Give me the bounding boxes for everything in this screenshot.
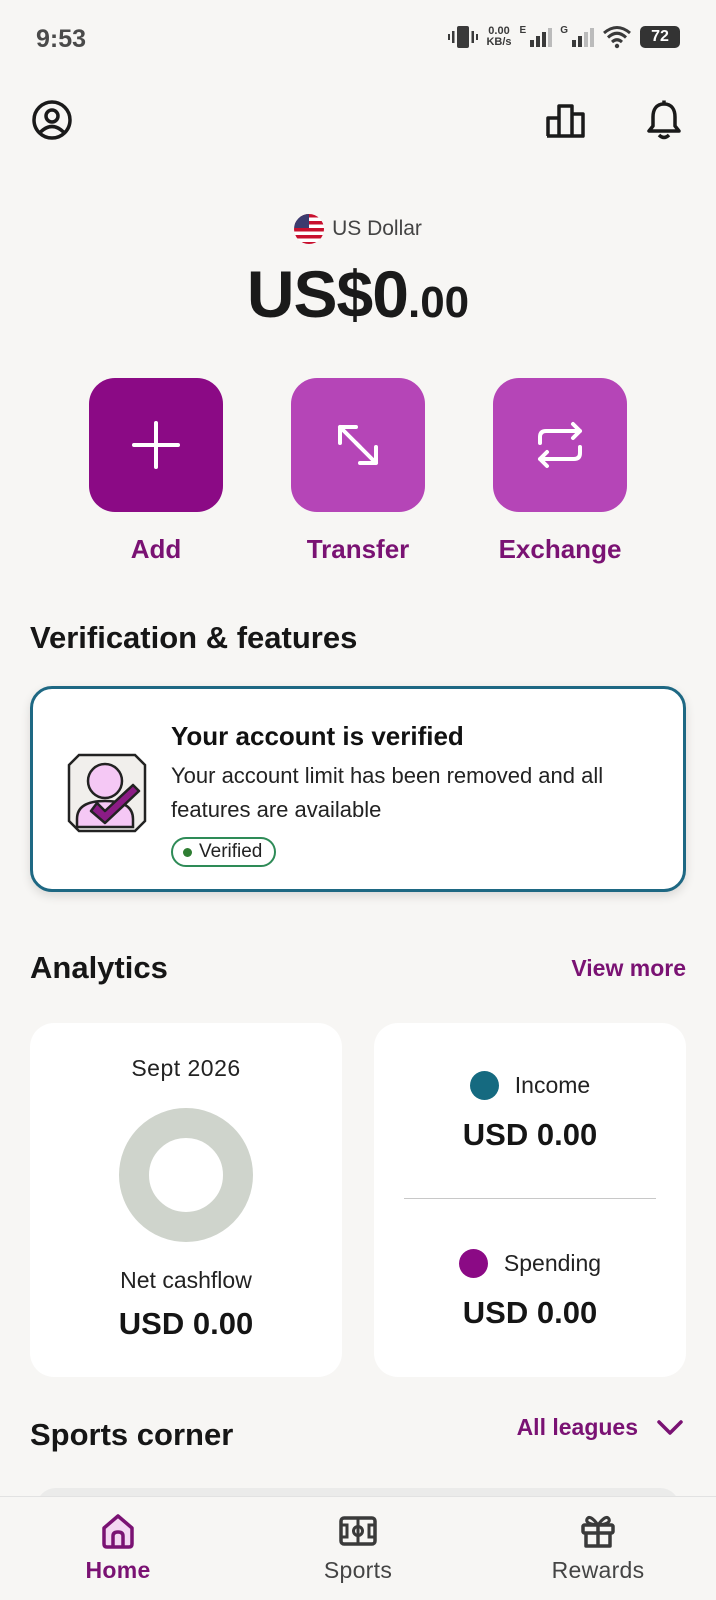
verified-user-icon — [67, 753, 147, 833]
verified-badge-label: Verified — [199, 841, 263, 862]
analytics-period: Sept 2026 — [131, 1055, 241, 1081]
nav-home[interactable]: Home — [38, 1511, 198, 1584]
status-time: 9:53 — [36, 25, 87, 53]
exchange-button[interactable]: Exchange — [493, 378, 627, 565]
signal-icon — [530, 28, 553, 47]
income-label: Income — [514, 1072, 591, 1098]
transfer-arrows-icon — [338, 425, 378, 465]
card-divider — [404, 1198, 656, 1199]
verification-card[interactable]: Your account is verified Your account li… — [30, 686, 686, 892]
verification-description: Your account limit has been removed and … — [171, 763, 604, 822]
signal-type-label-2: G — [560, 24, 568, 36]
verification-section-title: Verification & features — [30, 620, 358, 655]
plus-icon — [132, 421, 180, 469]
signal-type-label-1: E — [519, 24, 527, 36]
transfer-tile[interactable] — [291, 378, 425, 512]
income-amount: USD 0.00 — [462, 1117, 598, 1152]
wifi-icon — [603, 26, 631, 49]
wallet-home-screen: 9:53 0.00 KB/s E G 72 US Dollar US$0.00 … — [0, 0, 716, 1600]
cashflow-donut-chart — [119, 1108, 253, 1242]
add-label: Add — [130, 534, 182, 564]
exchange-label: Exchange — [498, 534, 622, 564]
spending-dot-icon — [458, 1249, 488, 1278]
verified-badge: Verified — [171, 837, 277, 867]
income-dot-icon — [469, 1071, 499, 1100]
net-speed-unit: KB/s — [486, 36, 512, 48]
nav-rewards-label: Rewards — [551, 1557, 645, 1583]
net-speed: 0.00 KB/s — [486, 26, 511, 48]
net-cashflow-label: Net cashflow — [120, 1267, 252, 1293]
profile-icon — [32, 100, 72, 140]
spending-label: Spending — [503, 1250, 602, 1276]
nav-home-label: Home — [85, 1557, 151, 1583]
sports-section-title: Sports corner — [30, 1417, 234, 1452]
currency-name: US Dollar — [332, 217, 422, 240]
chevron-down-icon — [657, 1419, 683, 1435]
status-icons: 0.00 KB/s E G 72 — [448, 24, 680, 50]
verification-title: Your account is verified — [171, 721, 464, 751]
net-cashflow-amount: USD 0.00 — [118, 1306, 254, 1341]
nav-rewards[interactable]: Rewards — [518, 1511, 678, 1584]
balance-amount: US$0.00 — [0, 256, 716, 332]
add-button[interactable]: Add — [89, 378, 223, 565]
transfer-label: Transfer — [306, 534, 410, 564]
balance-decimal: .00 — [407, 278, 470, 327]
profile-button[interactable] — [28, 96, 76, 144]
status-dot-icon — [183, 847, 192, 857]
spending-amount: USD 0.00 — [462, 1295, 598, 1330]
vibrate-icon — [448, 26, 479, 48]
nav-sports-label: Sports — [323, 1557, 393, 1583]
status-bar: 9:53 0.00 KB/s E G 72 — [0, 0, 716, 80]
transfer-button[interactable]: Transfer — [291, 378, 425, 565]
bottom-navigation: Home Sports Rewards — [0, 1496, 716, 1600]
analytics-section-title: Analytics — [30, 950, 168, 985]
view-more-link[interactable]: View more — [571, 955, 686, 982]
analytics-button[interactable] — [542, 96, 590, 144]
exchange-tile[interactable] — [493, 378, 627, 512]
notifications-button[interactable] — [640, 96, 688, 144]
bell-icon — [647, 100, 681, 140]
field-icon — [339, 1516, 377, 1546]
spending-legend: Spending — [374, 1249, 686, 1278]
us-flag-icon — [294, 214, 325, 244]
income-legend: Income — [374, 1071, 686, 1100]
home-icon — [102, 1514, 134, 1549]
add-tile[interactable] — [89, 378, 223, 512]
cashflow-card[interactable]: Sept 2026 Net cashflow USD 0.00 — [30, 1023, 342, 1377]
nav-sports[interactable]: Sports — [278, 1511, 438, 1584]
all-leagues-label: All leagues — [516, 1414, 638, 1440]
signal-icon-2 — [572, 28, 594, 47]
gift-icon — [581, 1516, 615, 1548]
battery-indicator: 72 — [640, 26, 680, 48]
balance-main: US$0 — [246, 257, 409, 331]
exchange-icon — [538, 422, 582, 468]
currency-selector[interactable]: US Dollar — [0, 214, 716, 244]
bar-chart-icon — [546, 104, 585, 138]
all-leagues-dropdown[interactable]: All leagues — [517, 1414, 684, 1441]
income-spending-card[interactable]: Income USD 0.00 Spending USD 0.00 — [374, 1023, 686, 1377]
